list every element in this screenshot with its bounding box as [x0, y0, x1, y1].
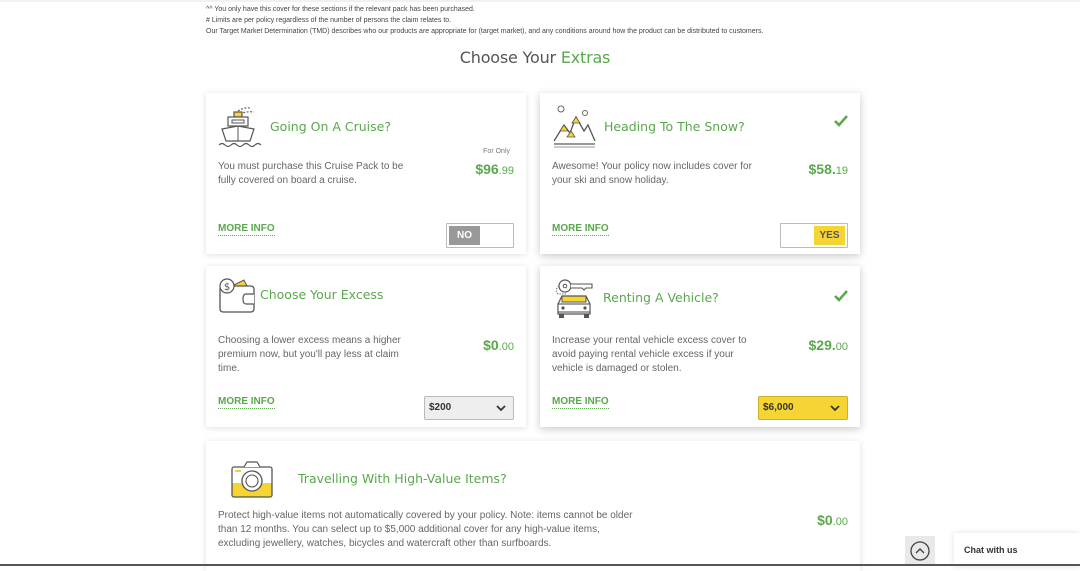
top-divider	[0, 0, 1080, 2]
selected-check-icon	[834, 115, 848, 127]
chevron-down-icon	[830, 405, 840, 412]
snow-card: Heading To The Snow? $58.19 Awesome! You…	[540, 93, 860, 254]
chevron-down-icon	[496, 405, 506, 412]
vehicle-excess-select[interactable]: $6,000	[758, 396, 848, 420]
snow-price: $58.19	[809, 161, 849, 177]
snow-title: Heading To The Snow?	[604, 119, 745, 134]
selected-check-icon	[834, 290, 848, 302]
cruise-toggle[interactable]: NO	[446, 223, 514, 248]
toggle-knob: NO	[449, 226, 480, 245]
vehicle-description: Increase your rental vehicle excess cove…	[552, 335, 747, 374]
chat-with-us-button[interactable]: Chat with us	[954, 533, 1080, 566]
snow-description: Awesome! Your policy now includes cover …	[552, 161, 752, 186]
footnote: ^^ You only have this cover for these se…	[206, 6, 475, 13]
section-title: Choose Your Extras	[0, 48, 1070, 67]
excess-price: $0.00	[483, 337, 514, 353]
vehicle-card: Renting A Vehicle? $29.00 Increase your …	[540, 266, 860, 427]
wallet-icon: $	[218, 276, 262, 322]
scroll-to-top-button[interactable]	[905, 536, 935, 566]
high-value-price: $0.00	[817, 512, 848, 528]
for-only-label: For Only	[483, 148, 510, 155]
footnote: # Limits are per policy regardless of th…	[206, 17, 452, 24]
excess-description: Choosing a lower excess means a higher p…	[218, 335, 401, 374]
rental-car-key-icon	[552, 276, 596, 322]
price-cents: 00	[835, 341, 848, 353]
vehicle-price: $29.00	[809, 337, 849, 353]
excess-more-info-link[interactable]: MORE INFO	[218, 396, 275, 409]
price-dollars: $96	[475, 161, 499, 177]
cruise-ship-icon	[218, 103, 262, 149]
price-cents: .99	[498, 165, 514, 177]
select-value: $200	[429, 402, 452, 413]
snow-more-info-link[interactable]: MORE INFO	[552, 223, 609, 236]
high-value-items-card: Travelling With High-Value Items? $0.00 …	[206, 441, 860, 571]
cruise-description: You must purchase this Cruise Pack to be…	[218, 161, 404, 186]
snow-toggle[interactable]: YES	[780, 223, 848, 248]
price-dollars: $29.	[808, 337, 836, 353]
footnotes: ^^ You only have this cover for these se…	[206, 4, 763, 37]
high-value-title: Travelling With High-Value Items?	[298, 471, 507, 486]
cruise-more-info-link[interactable]: MORE INFO	[218, 223, 275, 236]
section-title-plain: Choose Your	[459, 48, 556, 67]
price-dollars: $58.	[808, 161, 836, 177]
snow-mountain-icon	[552, 103, 596, 149]
vehicle-more-info-link[interactable]: MORE INFO	[552, 396, 609, 409]
chevron-up-circle-icon	[910, 541, 930, 561]
vehicle-title: Renting A Vehicle?	[603, 290, 719, 305]
high-value-description: Protect high-value items not automatical…	[218, 510, 633, 549]
toggle-knob: YES	[814, 226, 845, 245]
excess-card: $ Choose Your Excess $0.00 Choosing a lo…	[206, 266, 526, 427]
select-value: $6,000	[763, 402, 794, 413]
excess-title: Choose Your Excess	[260, 287, 384, 302]
price-dollars: $0	[817, 512, 833, 528]
svg-text:$: $	[224, 282, 230, 293]
price-dollars: $0	[483, 337, 499, 353]
cruise-title: Going On A Cruise?	[270, 119, 391, 134]
excess-select[interactable]: $200	[424, 396, 514, 420]
price-cents: 19	[835, 165, 848, 177]
price-cents: .00	[498, 341, 514, 353]
price-cents: .00	[832, 516, 848, 528]
cruise-card: Going On A Cruise? For Only $96.99 You m…	[206, 93, 526, 254]
footnote: Our Target Market Determination (TMD) de…	[206, 28, 764, 35]
cruise-price: $96.99	[475, 161, 514, 177]
section-title-accent: Extras	[560, 48, 611, 67]
camera-icon	[230, 459, 274, 505]
